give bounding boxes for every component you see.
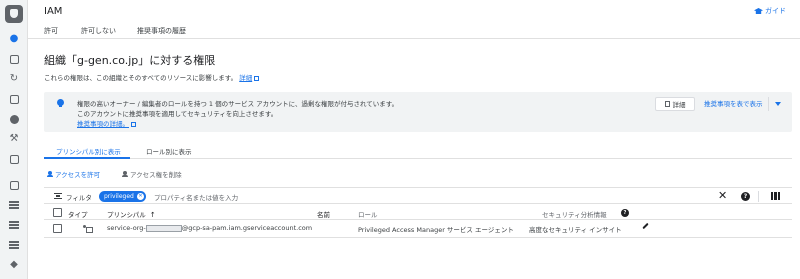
person-add-icon: [45, 171, 53, 177]
arrow-up-icon: ↑: [149, 211, 156, 219]
banner-divider: [768, 97, 769, 111]
principal-cell: service-org- @gcp-sa-pam.iam.gserviceacco…: [107, 224, 312, 232]
column-display-icon[interactable]: [771, 192, 780, 200]
label-icon[interactable]: [8, 179, 20, 191]
remove-access-button[interactable]: アクセス権を削除: [120, 169, 182, 179]
document-icon[interactable]: [8, 153, 20, 165]
redacted-id: [145, 224, 182, 232]
filter-icon: [54, 193, 62, 199]
tab-view-by-role[interactable]: ロール別に表示: [146, 146, 192, 156]
filter-input[interactable]: プロパティ名または値を入力: [154, 192, 238, 202]
page-description: これらの権限は、この組織とそのすべてのリソースに影響します。 詳細: [44, 72, 260, 82]
close-icon[interactable]: ✕: [137, 193, 144, 200]
toolbar-divider: [758, 191, 759, 202]
select-all-checkbox[interactable]: [53, 208, 62, 217]
grant-access-label: アクセスを許可: [55, 171, 101, 179]
tab-allow[interactable]: 許可: [44, 26, 58, 36]
guide-link[interactable]: ガイド: [754, 6, 786, 16]
column-header-type[interactable]: タイプ: [68, 209, 88, 219]
table-header: タイプ プリンシパル ↑ 名前 ロール セキュリティ分析情報 ?: [44, 206, 792, 220]
details-link[interactable]: 詳細: [239, 74, 252, 82]
tab-view-by-principal[interactable]: プリンシパル別に表示: [56, 146, 121, 156]
banner-line-2: このアカウントに推奨事項を適用してセキュリティを向上させます。: [77, 110, 278, 118]
tab-recommendation-history[interactable]: 推奨事項の履歴: [137, 26, 186, 36]
description-text: これらの権限は、この組織とそのすべてのリソースに影響します。: [44, 74, 238, 82]
filter-bar: フィルタ privileged ✕ プロパティ名または値を入力 ✕ ?: [44, 187, 792, 204]
row-checkbox[interactable]: [53, 224, 62, 233]
document-icon: [664, 101, 670, 107]
refresh-icon[interactable]: ↻: [8, 73, 20, 85]
filter-chip[interactable]: privileged ✕: [99, 191, 146, 202]
menu-list-icon[interactable]: [8, 239, 20, 251]
principal-prefix: service-org-: [107, 224, 146, 232]
grant-access-button[interactable]: アクセスを許可: [45, 169, 100, 179]
service-account-icon: [83, 225, 93, 233]
principal-suffix: @gcp-sa-pam.iam.gserviceaccount.com: [181, 224, 313, 232]
top-tabs: 許可 許可しない 推奨事項の履歴: [28, 23, 800, 39]
tab-deny[interactable]: 許可しない: [81, 26, 116, 36]
role-cell: Privileged Access Manager サービス エージェント: [358, 226, 514, 234]
column-header-name[interactable]: 名前: [317, 209, 330, 219]
clear-filter-icon[interactable]: ✕: [718, 190, 727, 201]
person-remove-icon: [120, 171, 128, 177]
view-tabs: プリンシパル別に表示 ロール別に表示: [44, 143, 792, 159]
column-header-role[interactable]: ロール: [358, 209, 378, 219]
column-header-security-insights[interactable]: セキュリティ分析情報: [542, 209, 607, 219]
help-icon[interactable]: ?: [741, 192, 750, 201]
iam-shield-logo-icon[interactable]: [5, 5, 23, 23]
show-recommendations-in-table-button[interactable]: 推奨事項を表で表示: [704, 98, 763, 108]
account-circle-icon[interactable]: [8, 113, 20, 125]
tag-icon[interactable]: ◆: [8, 259, 20, 271]
security-insight-cell[interactable]: 高度なセキュリティ インサイト: [529, 224, 622, 234]
external-link-icon: [254, 75, 260, 81]
details-button[interactable]: 詳細: [655, 97, 695, 111]
edit-icon[interactable]: [642, 222, 649, 230]
list-icon[interactable]: [8, 219, 20, 231]
person-add-icon[interactable]: ●: [8, 33, 20, 45]
lightbulb-icon: [57, 99, 64, 107]
help-icon[interactable]: ?: [621, 209, 629, 217]
top-bar: IAM ガイド: [28, 0, 800, 22]
remove-access-label: アクセス権を削除: [130, 171, 182, 179]
guide-label: ガイド: [765, 7, 786, 15]
left-nav-rail: ● ↻ ⚒ ◆: [0, 0, 28, 279]
recommendation-banner: 権限の高いオーナー / 編集者のロールを持つ 1 個のサービス アカウントに、過…: [44, 92, 792, 132]
wrench-icon[interactable]: ⚒: [8, 133, 20, 145]
shield-icon[interactable]: [8, 53, 20, 65]
table-row: service-org- @gcp-sa-pam.iam.gserviceacco…: [44, 220, 792, 238]
column-header-principal[interactable]: プリンシパル ↑: [107, 209, 156, 219]
receipt-icon[interactable]: [8, 199, 20, 211]
filter-label: フィルタ: [66, 194, 92, 202]
active-tab-indicator: [44, 157, 130, 159]
external-link-icon: [131, 121, 136, 127]
school-icon: [754, 8, 763, 14]
details-button-label: 詳細: [672, 101, 686, 109]
recommendation-details-link[interactable]: 推奨事項の詳細。: [77, 118, 136, 128]
business-icon[interactable]: [8, 93, 20, 105]
chevron-down-icon[interactable]: [775, 102, 781, 106]
banner-line-1: 権限の高いオーナー / 編集者のロールを持つ 1 個のサービス アカウントに、過…: [77, 100, 399, 108]
page-title: 組織「g-gen.co.jp」に対する権限: [44, 54, 216, 67]
filter-chip-label: privileged: [104, 193, 134, 200]
page-app-title: IAM: [44, 6, 63, 17]
